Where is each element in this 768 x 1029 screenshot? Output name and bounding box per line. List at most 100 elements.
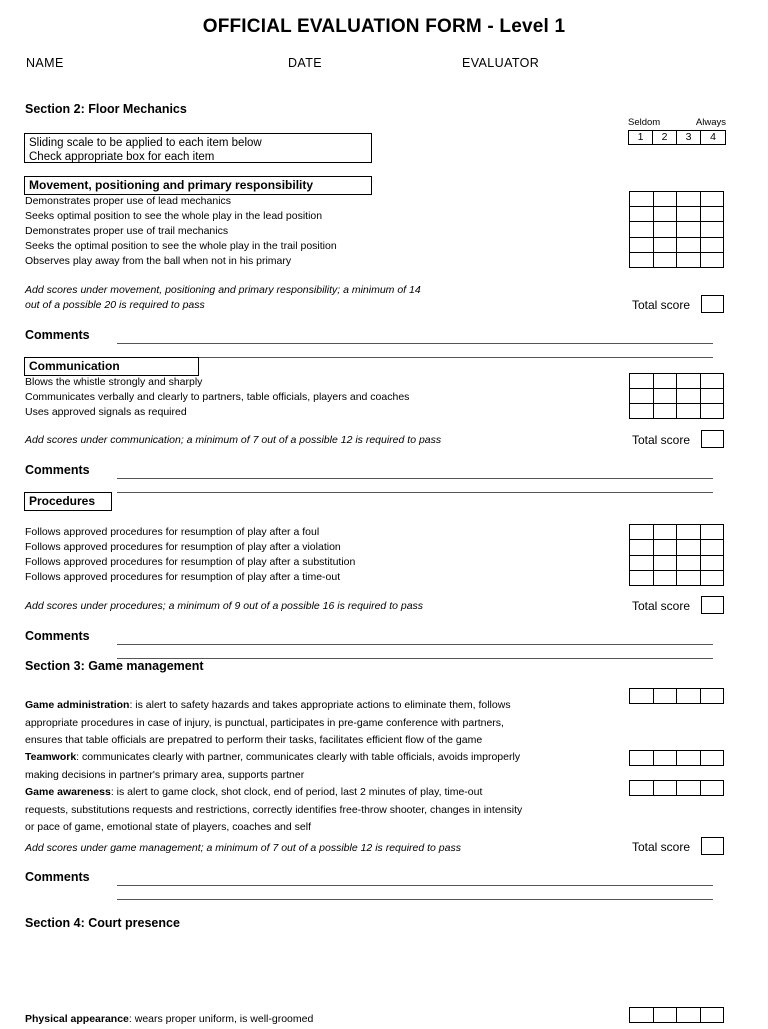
rating-row[interactable] [630,237,724,253]
rating-row[interactable] [630,689,723,703]
rating-row[interactable] [630,207,724,223]
rating-cell[interactable] [654,389,677,403]
rating-cell[interactable] [677,751,701,765]
rating-cell[interactable] [630,525,654,540]
rating-cell[interactable] [654,404,677,418]
comments-line-game-management-2[interactable] [117,899,713,900]
rating-row[interactable] [630,540,724,556]
rating-cell[interactable] [701,374,724,388]
rating-row[interactable] [630,222,724,238]
rating-cell[interactable] [630,689,654,703]
rating-cell[interactable] [654,237,677,252]
rating-cell[interactable] [654,525,677,540]
rating-cell[interactable] [654,222,677,237]
rating-cell[interactable] [677,781,701,795]
rating-cell[interactable] [677,237,701,252]
rating-cell[interactable] [701,389,724,403]
rating-cell[interactable] [654,252,677,268]
rating-cell[interactable] [677,689,701,703]
total-score-box-procedures[interactable] [701,596,724,614]
rating-cell[interactable] [701,751,724,765]
rating-row[interactable] [630,555,724,571]
rating-cell[interactable] [654,374,677,388]
rating-cell[interactable] [654,192,677,207]
rating-row[interactable] [630,192,724,208]
rating-cell[interactable] [630,192,654,207]
rating-row[interactable] [630,374,723,389]
rating-cell[interactable] [630,389,654,403]
rating-cell[interactable] [630,404,654,418]
rating-cell[interactable] [677,389,701,403]
rating-row[interactable] [630,404,723,418]
rating-cell[interactable] [677,525,701,540]
rating-row[interactable] [630,252,724,268]
comments-line-procedures-1[interactable] [117,644,713,645]
rating-grid-communication[interactable] [629,373,724,419]
rating-row[interactable] [630,781,723,795]
rating-cell[interactable] [630,570,654,585]
rating-cell[interactable] [677,207,701,222]
rating-grid-movement[interactable] [629,191,724,268]
rating-cell[interactable] [701,571,724,585]
rating-cell[interactable] [701,222,724,236]
comments-line-movement-1[interactable] [117,343,713,344]
rating-cell[interactable] [677,555,701,570]
comments-line-communication-2[interactable] [117,492,713,493]
rating-cell[interactable] [701,689,724,703]
rating-grid-game-administration[interactable] [629,688,724,704]
rating-cell[interactable] [677,374,701,388]
rating-cell[interactable] [677,570,701,585]
rating-cell[interactable] [677,540,701,555]
rating-cell[interactable] [701,525,724,539]
comments-line-communication-1[interactable] [117,478,713,479]
rating-cell[interactable] [701,192,724,206]
rating-cell[interactable] [654,540,677,555]
rating-cell[interactable] [630,222,654,237]
rating-cell[interactable] [677,252,701,268]
rating-row[interactable] [630,1008,723,1022]
rating-cell[interactable] [677,404,701,418]
rating-cell[interactable] [701,207,724,221]
comments-line-movement-2[interactable] [117,357,713,358]
rating-cell[interactable] [630,237,654,252]
rating-cell[interactable] [630,751,654,765]
rating-cell[interactable] [701,556,724,570]
comments-line-game-management-1[interactable] [117,885,713,886]
total-score-box-communication[interactable] [701,430,724,448]
scoring-note-movement-line-1: Add scores under movement, positioning a… [25,284,421,296]
comments-line-procedures-2[interactable] [117,658,713,659]
rating-cell[interactable] [654,781,677,795]
rating-grid-physical-appearance[interactable] [629,1007,724,1023]
rating-cell[interactable] [630,207,654,222]
rating-cell[interactable] [630,1008,654,1022]
rating-grid-game-awareness[interactable] [629,780,724,796]
rating-cell[interactable] [701,1008,724,1022]
rating-cell[interactable] [701,253,724,267]
rating-cell[interactable] [630,781,654,795]
rating-grid-procedures[interactable] [629,524,724,586]
rating-cell[interactable] [654,1008,677,1022]
rating-row[interactable] [630,389,723,404]
rating-cell[interactable] [677,222,701,237]
rating-cell[interactable] [630,252,654,268]
rating-cell[interactable] [701,238,724,252]
rating-cell[interactable] [677,192,701,207]
rating-cell[interactable] [630,374,654,388]
rating-cell[interactable] [701,404,724,418]
rating-cell[interactable] [654,570,677,585]
rating-cell[interactable] [677,1008,701,1022]
rating-cell[interactable] [654,555,677,570]
rating-cell[interactable] [701,540,724,554]
total-score-box-game-management[interactable] [701,837,724,855]
rating-cell[interactable] [654,751,677,765]
rating-row[interactable] [630,751,723,765]
total-score-box-movement[interactable] [701,295,724,313]
rating-cell[interactable] [654,689,677,703]
rating-cell[interactable] [630,540,654,555]
rating-cell[interactable] [630,555,654,570]
rating-cell[interactable] [654,207,677,222]
rating-grid-teamwork[interactable] [629,750,724,766]
rating-row[interactable] [630,525,724,541]
rating-row[interactable] [630,570,724,585]
rating-cell[interactable] [701,781,724,795]
